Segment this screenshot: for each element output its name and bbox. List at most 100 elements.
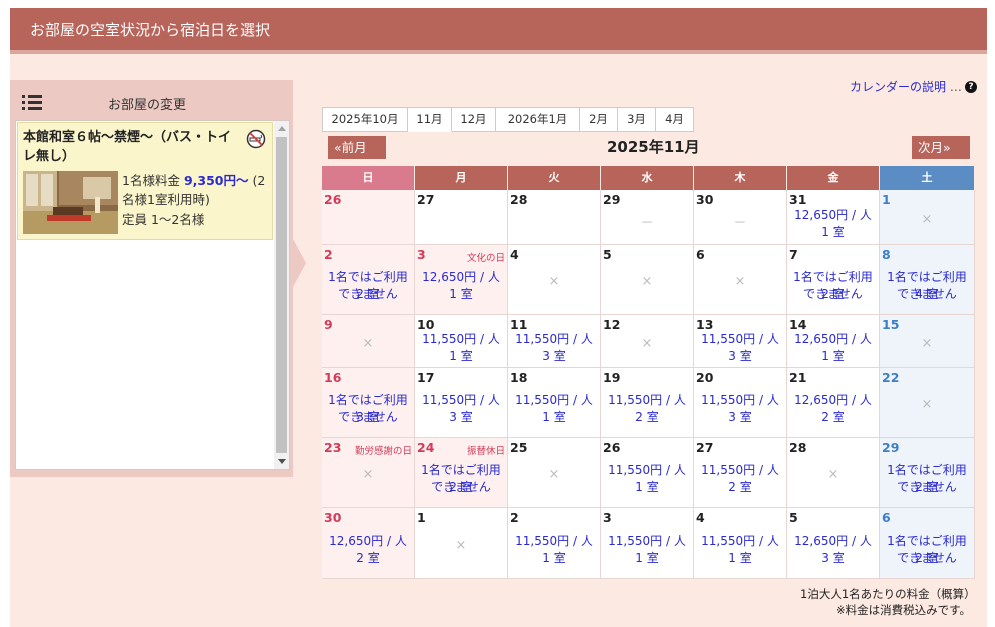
calendar-day[interactable]: 13 11,550円 / 人3 室 [694,315,787,368]
day-rooms[interactable]: 2 室 [322,550,414,567]
calendar-day[interactable]: 2 11,550円 / 人1 室 [508,508,601,579]
calendar-day[interactable]: 26 11,550円 / 人1 室 [601,438,694,508]
month-tab[interactable]: 12月 [452,107,496,132]
day-rooms[interactable]: 3 室 [787,550,879,567]
room-change-label[interactable]: お部屋の変更 [108,94,186,113]
day-price[interactable]: 11,550円 / 人 [694,533,786,550]
day-rooms[interactable]: 2 室 [880,550,974,567]
calendar-day[interactable]: 21 12,650円 / 人2 室 [787,368,880,438]
day-rooms[interactable]: 2 室 [880,479,974,496]
not-applicable-icon: － [640,215,654,231]
day-rooms[interactable]: 1 室 [787,224,879,241]
day-rooms[interactable]: 4 室 [880,286,974,303]
month-tab[interactable]: 2月 [580,107,618,132]
day-rooms[interactable]: 1 室 [694,550,786,567]
day-price[interactable]: 11,550円 / 人 [694,462,786,479]
question-icon[interactable]: ? [965,81,977,93]
day-rooms[interactable]: 3 室 [694,348,786,365]
next-month-button[interactable]: 次月» [912,136,970,159]
calendar-help-label[interactable]: カレンダーの説明 [850,80,946,94]
page-header: お部屋の空室状況から宿泊日を選択 [10,8,987,50]
day-rooms[interactable]: 1 室 [508,409,600,426]
calendar-day[interactable]: 7 1名ではご利用できません 2 室 [787,245,880,315]
calendar-day[interactable]: 6 1名ではご利用できません 2 室 [880,508,975,579]
calendar-day[interactable]: 11 11,550円 / 人3 室 [508,315,601,368]
room-card[interactable]: 本館和室６帖～禁煙～（バス・トイレ無し） 1名様料金 9,350円～ (2名様1… [17,122,273,240]
month-tab[interactable]: 4月 [656,107,694,132]
day-rooms[interactable]: 2 室 [787,409,879,426]
day-number: 26 [324,192,342,207]
calendar-day[interactable]: 17 11,550円 / 人3 室 [415,368,508,438]
scroll-thumb[interactable] [276,137,287,453]
day-rooms[interactable]: 1 室 [601,479,693,496]
calendar-day[interactable]: 30 12,650円 / 人2 室 [322,508,415,579]
day-rooms[interactable]: 3 室 [694,409,786,426]
room-list-scrollbar[interactable] [274,121,289,469]
month-tab[interactable]: 2025年10月 [322,107,408,132]
day-price[interactable]: 11,550円 / 人 [601,462,693,479]
scroll-down-icon[interactable] [278,459,286,464]
day-price[interactable]: 12,650円 / 人 [415,269,507,286]
day-price[interactable]: 12,650円 / 人 [787,533,879,550]
calendar-day[interactable]: 2 1名ではご利用できません 2 室 [322,245,415,315]
calendar-day[interactable]: 3 文化の日 12,650円 / 人1 室 [415,245,508,315]
day-price[interactable]: 11,550円 / 人 [694,392,786,409]
day-rooms[interactable]: 2 室 [601,409,693,426]
day-number: 18 [510,370,528,385]
calendar-day[interactable]: 27 11,550円 / 人2 室 [694,438,787,508]
day-rooms[interactable]: 1 室 [601,550,693,567]
day-rooms[interactable]: 2 室 [694,479,786,496]
calendar-day[interactable]: 5 12,650円 / 人3 室 [787,508,880,579]
calendar-day: 28 [508,190,601,245]
day-price[interactable]: 12,650円 / 人 [787,331,879,348]
calendar-day[interactable]: 20 11,550円 / 人3 室 [694,368,787,438]
calendar-day[interactable]: 18 11,550円 / 人1 室 [508,368,601,438]
calendar-day[interactable]: 19 11,550円 / 人2 室 [601,368,694,438]
unavailable-icon: × [362,335,374,351]
day-rooms[interactable]: 3 室 [508,348,600,365]
scroll-up-icon[interactable] [278,126,286,131]
calendar-help-link[interactable]: カレンダーの説明 … [850,78,962,95]
calendar-day: 22 × [880,368,975,438]
day-rooms[interactable]: 3 室 [322,409,414,426]
day-rooms[interactable]: 1 室 [787,348,879,365]
calendar-day[interactable]: 31 12,650円 / 人1 室 [787,190,880,245]
day-rooms[interactable]: 2 室 [415,479,507,496]
month-tab[interactable]: 3月 [618,107,656,132]
day-price[interactable]: 11,550円 / 人 [508,533,600,550]
day-rooms[interactable]: 3 室 [415,409,507,426]
month-tab[interactable]: 2026年1月 [496,107,580,132]
day-price[interactable]: 12,650円 / 人 [787,392,879,409]
weekday-header: 土 [880,166,974,190]
day-rooms[interactable]: 1 室 [415,286,507,303]
day-price[interactable]: 11,550円 / 人 [601,533,693,550]
calendar-day: 26 [322,190,415,245]
day-rooms[interactable]: 2 室 [787,286,879,303]
list-icon[interactable] [22,95,42,111]
day-price[interactable]: 11,550円 / 人 [508,331,600,348]
month-tab[interactable]: 11月 [408,107,452,132]
calendar-day[interactable]: 8 1名ではご利用できません 4 室 [880,245,975,315]
calendar-day[interactable]: 24 振替休日 1名ではご利用できません 2 室 [415,438,508,508]
calendar-day[interactable]: 4 11,550円 / 人1 室 [694,508,787,579]
day-rooms[interactable]: 1 室 [508,550,600,567]
room-name[interactable]: 本館和室６帖～禁煙～（バス・トイレ無し） [23,128,243,166]
calendar-day[interactable]: 29 1名ではご利用できません 2 室 [880,438,975,508]
calendar-day[interactable]: 14 12,650円 / 人1 室 [787,315,880,368]
room-photo[interactable] [23,171,118,234]
day-rooms[interactable]: 2 室 [322,286,414,303]
calendar-day[interactable]: 16 1名ではご利用できません 3 室 [322,368,415,438]
day-price[interactable]: 11,550円 / 人 [694,331,786,348]
day-price[interactable]: 11,550円 / 人 [508,392,600,409]
calendar-day[interactable]: 10 11,550円 / 人1 室 [415,315,508,368]
day-number: 4 [696,510,705,525]
day-price[interactable]: 11,550円 / 人 [415,392,507,409]
day-price[interactable]: 12,650円 / 人 [322,533,414,550]
day-price[interactable]: 11,550円 / 人 [415,331,507,348]
prev-month-button[interactable]: «前月 [328,136,386,159]
day-price[interactable]: 11,550円 / 人 [601,392,693,409]
calendar-day[interactable]: 3 11,550円 / 人1 室 [601,508,694,579]
day-number: 28 [510,192,528,207]
day-price[interactable]: 12,650円 / 人 [787,207,879,224]
day-rooms[interactable]: 1 室 [415,348,507,365]
